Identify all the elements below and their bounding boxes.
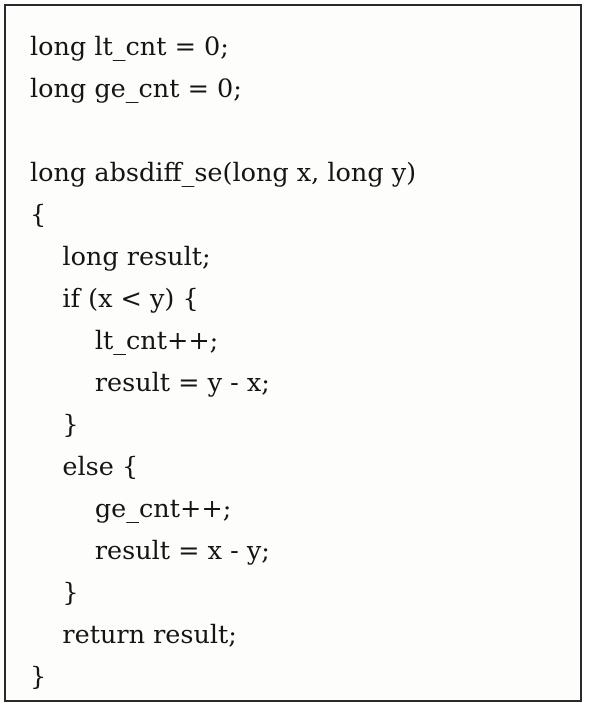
code-line: long lt_cnt = 0; <box>30 32 229 62</box>
code-line: else { <box>30 452 139 482</box>
code-line: long absdiff_se(long x, long y) <box>30 158 417 188</box>
code-line: ge_cnt++; <box>30 494 232 524</box>
code-listing-box: long lt_cnt = 0; long ge_cnt = 0; long a… <box>4 4 582 702</box>
code-line: result = y - x; <box>30 368 270 398</box>
code-line: } <box>30 578 79 608</box>
code-line: long ge_cnt = 0; <box>30 74 242 104</box>
code-line: } <box>30 410 79 440</box>
code-block: long lt_cnt = 0; long ge_cnt = 0; long a… <box>30 26 416 698</box>
code-line: } <box>30 662 47 692</box>
code-line: return result; <box>30 620 237 650</box>
code-line: { <box>30 200 47 230</box>
code-line: long result; <box>30 242 211 272</box>
code-line: result = x - y; <box>30 536 270 566</box>
code-line: if (x < y) { <box>30 284 199 314</box>
code-line: lt_cnt++; <box>30 326 219 356</box>
